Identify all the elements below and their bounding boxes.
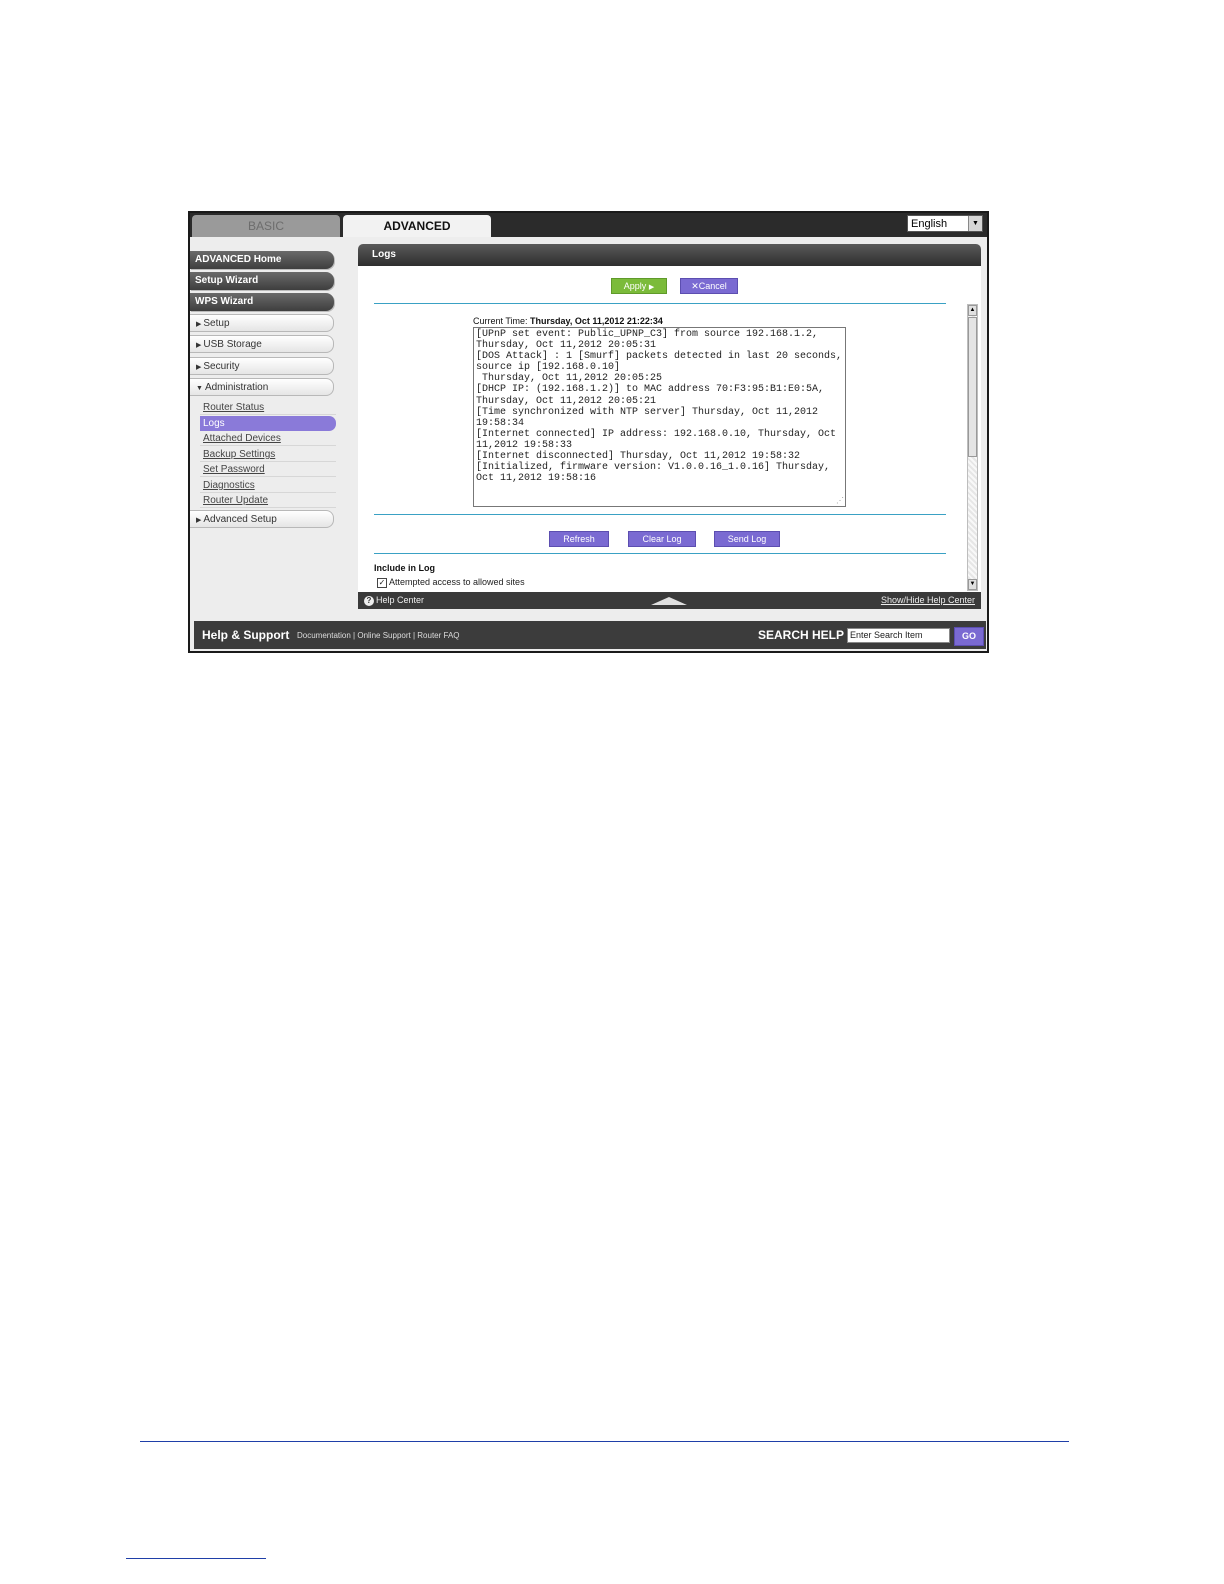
scroll-down-icon[interactable]: ▼ bbox=[968, 579, 977, 590]
apply-label: Apply bbox=[623, 281, 647, 291]
log-line: [Time synchronized with NTP server] Thur… bbox=[476, 406, 819, 418]
caret-right-icon: ▶ bbox=[196, 517, 202, 524]
nav-router-update[interactable]: Router Update bbox=[200, 493, 336, 508]
nav-backup-settings[interactable]: Backup Settings bbox=[200, 447, 336, 462]
clear-log-button[interactable]: Clear Log bbox=[628, 531, 696, 547]
log-line: Oct 11,2012 19:58:16 bbox=[476, 473, 597, 485]
language-value: English bbox=[911, 218, 948, 230]
question-icon: ? bbox=[364, 596, 374, 606]
go-button[interactable]: GO bbox=[954, 627, 984, 646]
help-support-title: Help & Support bbox=[202, 628, 290, 642]
top-bar: BASIC ADVANCED English ▼ bbox=[190, 213, 987, 237]
scroll-up-icon[interactable]: ▲ bbox=[968, 305, 977, 316]
log-line: [DHCP IP: (192.168.1.2)] to MAC address … bbox=[476, 384, 825, 396]
documentation-link[interactable]: Documentation bbox=[297, 631, 351, 640]
log-line: 11,2012 19:58:33 bbox=[476, 439, 573, 451]
nav-router-status[interactable]: Router Status bbox=[200, 400, 336, 415]
search-help-label: SEARCH HELP bbox=[758, 628, 845, 642]
nav-attached-devices[interactable]: Attached Devices bbox=[200, 431, 336, 446]
current-time-value: Thursday, Oct 11,2012 21:22:34 bbox=[530, 316, 663, 326]
log-line: [DOS Attack] : 1 [Smurf] packets detecte… bbox=[476, 351, 843, 363]
page-divider bbox=[140, 1441, 1069, 1442]
log-line: Thursday, Oct 11,2012 20:05:21 bbox=[476, 395, 657, 407]
log-textarea[interactable]: [UPnP set event: Public_UPNP_C3] from so… bbox=[473, 327, 846, 507]
log-line: 19:58:34 bbox=[476, 417, 525, 429]
nav-administration-label: Administration bbox=[204, 382, 269, 393]
tab-advanced[interactable]: ADVANCED bbox=[343, 215, 491, 237]
caret-right-icon: ▶ bbox=[196, 321, 202, 328]
nav-wps-wizard[interactable]: WPS Wizard bbox=[190, 293, 334, 311]
vertical-scrollbar[interactable]: ▲ ▼ bbox=[967, 304, 978, 591]
resize-grip-icon[interactable]: ⋰ bbox=[836, 496, 844, 505]
search-input[interactable]: Enter Search Item bbox=[847, 628, 950, 643]
cancel-button[interactable]: ✕Cancel bbox=[680, 278, 738, 294]
refresh-button[interactable]: Refresh bbox=[549, 531, 609, 547]
log-line: source ip [192.168.0.10] bbox=[476, 362, 621, 374]
show-hide-help-link[interactable]: Show/Hide Help Center bbox=[881, 592, 975, 609]
play-icon: ▶ bbox=[648, 284, 655, 291]
current-time-label: Current Time: bbox=[473, 316, 528, 326]
log-line: [Internet connected] IP address: 192.168… bbox=[476, 428, 837, 440]
apply-button[interactable]: Apply ▶ bbox=[611, 278, 667, 294]
caret-right-icon: ▶ bbox=[196, 364, 202, 371]
divider bbox=[374, 553, 946, 554]
nav-advanced-home[interactable]: ADVANCED Home bbox=[190, 251, 334, 269]
expand-up-icon[interactable] bbox=[651, 597, 687, 605]
nav-advanced-setup-label: Advanced Setup bbox=[203, 514, 277, 525]
nav-usb-storage[interactable]: ▶ USB Storage bbox=[190, 335, 334, 353]
nav-setup-wizard[interactable]: Setup Wizard bbox=[190, 272, 334, 290]
help-center-bar: ? Help Center Show/Hide Help Center bbox=[358, 592, 981, 609]
nav-diagnostics[interactable]: Diagnostics bbox=[200, 478, 336, 493]
panel-title: Logs bbox=[358, 244, 981, 266]
nav-setup-label: Setup bbox=[203, 318, 230, 329]
nav-administration[interactable]: ▼ Administration bbox=[190, 378, 334, 396]
log-line: [UPnP set event: Public_UPNP_C3] from so… bbox=[476, 329, 819, 340]
help-center-link[interactable]: ? Help Center bbox=[364, 592, 424, 609]
log-line: [Initialized, firmware version: V1.0.0.1… bbox=[476, 462, 831, 474]
tab-basic[interactable]: BASIC bbox=[192, 215, 340, 237]
send-log-button[interactable]: Send Log bbox=[714, 531, 780, 547]
language-select[interactable]: English ▼ bbox=[907, 215, 983, 232]
help-center-label: Help Center bbox=[376, 595, 425, 605]
caret-right-icon: ▶ bbox=[196, 342, 202, 349]
include-in-log-heading: Include in Log bbox=[374, 563, 435, 573]
router-admin-screenshot: BASIC ADVANCED English ▼ ADVANCED Home S… bbox=[188, 211, 989, 653]
help-support-footer: Help & Support Documentation | Online Su… bbox=[194, 621, 986, 649]
footer-rule bbox=[126, 1558, 266, 1559]
current-time: Current Time: Thursday, Oct 11,2012 21:2… bbox=[473, 316, 663, 326]
cancel-label: Cancel bbox=[698, 281, 727, 291]
online-support-link[interactable]: Online Support bbox=[357, 631, 410, 640]
divider bbox=[374, 303, 946, 304]
nav-logs[interactable]: Logs bbox=[200, 416, 336, 431]
log-line: Thursday, Oct 11,2012 20:05:31 bbox=[476, 340, 657, 352]
close-icon: ✕ bbox=[691, 281, 699, 291]
nav-setup[interactable]: ▶ Setup bbox=[190, 314, 334, 332]
divider bbox=[374, 514, 946, 515]
log-line: [Internet disconnected] Thursday, Oct 11… bbox=[476, 451, 801, 463]
logs-panel: Apply ▶ ✕Cancel Current Time: Thursday, … bbox=[358, 266, 981, 592]
chevron-down-icon: ▼ bbox=[968, 216, 982, 231]
nav-advanced-setup[interactable]: ▶ Advanced Setup bbox=[190, 510, 334, 528]
include-allowed-sites-row: ✓ Attempted access to allowed sites bbox=[377, 577, 525, 588]
nav-security-label: Security bbox=[203, 361, 240, 372]
log-line: Thursday, Oct 11,2012 20:05:25 bbox=[476, 373, 663, 385]
allowed-sites-label: Attempted access to allowed sites bbox=[389, 577, 525, 587]
caret-down-icon: ▼ bbox=[196, 385, 203, 392]
nav-usb-storage-label: USB Storage bbox=[203, 339, 262, 350]
allowed-sites-checkbox[interactable]: ✓ bbox=[377, 577, 387, 588]
router-faq-link[interactable]: Router FAQ bbox=[417, 631, 459, 640]
scroll-thumb[interactable] bbox=[968, 317, 977, 457]
nav-security[interactable]: ▶ Security bbox=[190, 357, 334, 375]
nav-set-password[interactable]: Set Password bbox=[200, 462, 336, 477]
footer-links: Documentation | Online Support | Router … bbox=[297, 631, 460, 640]
